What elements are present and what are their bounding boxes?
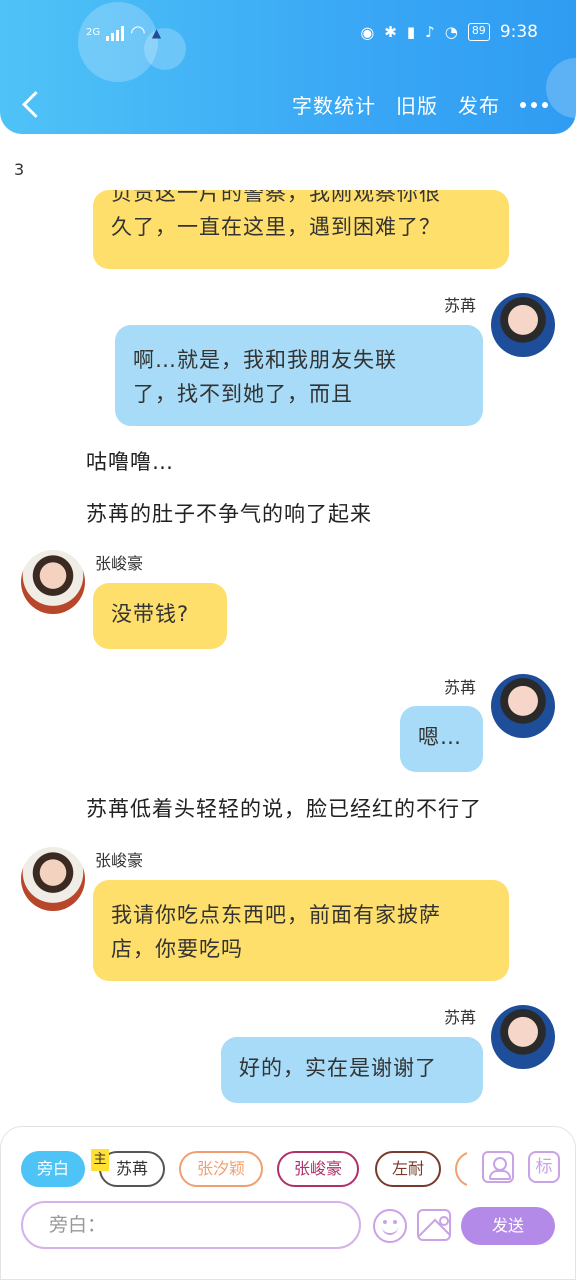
paragraph-counter: 3 (14, 160, 25, 179)
top-header: 2G ◠ ▲ ◉ ✱ ▮ ♪ ◔ 89 9:38 字数统计 旧版 发布 (0, 0, 576, 134)
bubble-text: 好的，实在是谢谢了 (239, 1056, 437, 1080)
word-count-button[interactable]: 字数统计 (292, 90, 376, 119)
bubble-text-line: 店，你要吃吗 (111, 937, 243, 961)
speed-gauge-icon: ◔ (444, 23, 458, 41)
back-arrow-icon[interactable] (18, 88, 46, 122)
chat-bubble-left[interactable]: 我请你吃点东西吧，前面有家披萨 店，你要吃吗 (93, 880, 509, 981)
mute-bell-icon: ♪ (425, 23, 435, 41)
narration-text[interactable]: 苏苒的肚子不争气的响了起来 (86, 498, 372, 528)
narration-text[interactable]: 咕噜噜… (86, 446, 174, 476)
composer-panel: 旁白 苏苒 张汐颖 张峻豪 左耐 主 标 旁白： 发送 (0, 1126, 576, 1280)
emoji-icon[interactable] (373, 1209, 407, 1243)
avatar[interactable] (491, 293, 555, 357)
signal-icon (106, 25, 125, 41)
speaker-name: 张峻豪 (95, 851, 144, 870)
chat-bubble-left[interactable]: 负责这一片的警察，我刚观察你很 久了，一直在这里，遇到困难了？ (93, 190, 509, 269)
send-button[interactable]: 发送 (461, 1207, 555, 1245)
main-role-tag: 主 (91, 1149, 109, 1171)
avatar[interactable] (491, 674, 555, 738)
speaker-name: 张峻豪 (95, 554, 144, 573)
clock-time: 9:38 (499, 22, 538, 42)
chat-bubble-left[interactable]: 没带钱? (93, 583, 227, 649)
nav-bar: 字数统计 旧版 发布 (0, 82, 576, 128)
role-chip-list[interactable]: 旁白 苏苒 张汐颖 张峻豪 左耐 (21, 1151, 467, 1191)
speaker-name: 苏苒 (444, 296, 477, 315)
status-left: 2G ◠ ▲ (86, 22, 161, 43)
status-bar: 2G ◠ ▲ ◉ ✱ ▮ ♪ ◔ 89 9:38 (0, 22, 576, 52)
bubble-text-line: 了，找不到她了，而且 (133, 382, 353, 406)
bubble-text-line: 啊…就是，我和我朋友失联 (133, 348, 397, 372)
avatar[interactable] (21, 847, 85, 911)
nav-actions: 字数统计 旧版 发布 (292, 90, 548, 119)
chat-bubble-right[interactable]: 啊…就是，我和我朋友失联 了，找不到她了，而且 (115, 325, 483, 426)
bluetooth-icon: ✱ (384, 23, 397, 41)
wifi-icon: ◠ (130, 22, 146, 43)
message-input[interactable]: 旁白： (21, 1201, 361, 1249)
person-icon[interactable] (482, 1151, 514, 1183)
speaker-name: 苏苒 (444, 678, 477, 697)
status-right: ◉ ✱ ▮ ♪ ◔ 89 9:38 (360, 22, 538, 42)
network-type-label: 2G (86, 27, 101, 38)
bubble-text-line: 负责这一片的警察，我刚观察你很 (111, 190, 441, 205)
bubble-text-line: 久了，一直在这里，遇到困难了？ (111, 215, 441, 239)
tag-icon[interactable]: 标 (528, 1151, 560, 1183)
role-chip-more[interactable] (455, 1151, 467, 1187)
chat-bubble-right[interactable]: 嗯… (400, 706, 483, 772)
chat-area[interactable]: 3 负责这一片的警察，我刚观察你很 久了，一直在这里，遇到困难了？ 苏苒 啊…就… (0, 134, 576, 1120)
data-arrow-icon: ▲ (151, 25, 162, 40)
eye-icon: ◉ (360, 22, 375, 42)
avatar[interactable] (21, 550, 85, 614)
role-chip-narrator[interactable]: 旁白 (21, 1151, 85, 1187)
battery-icon: 89 (467, 23, 490, 41)
image-icon[interactable] (417, 1209, 451, 1241)
bubble-text: 嗯… (418, 725, 462, 749)
bubble-text-line: 我请你吃点东西吧，前面有家披萨 (111, 903, 441, 927)
speaker-name: 苏苒 (444, 1008, 477, 1027)
more-dots-icon[interactable] (520, 101, 548, 108)
avatar[interactable] (491, 1005, 555, 1069)
mic-icon: ▮ (406, 23, 416, 41)
role-chip-zhangxiying[interactable]: 张汐颖 (179, 1151, 263, 1187)
narration-text[interactable]: 苏苒低着头轻轻的说，脸已经红的不行了 (86, 793, 482, 823)
publish-button[interactable]: 发布 (458, 90, 500, 119)
role-chip-zhangjunhao[interactable]: 张峻豪 (277, 1151, 359, 1187)
bubble-text: 没带钱? (111, 602, 190, 626)
chat-bubble-right[interactable]: 好的，实在是谢谢了 (221, 1037, 483, 1103)
old-version-button[interactable]: 旧版 (396, 90, 438, 119)
role-chip-zuonai[interactable]: 左耐 (375, 1151, 441, 1187)
